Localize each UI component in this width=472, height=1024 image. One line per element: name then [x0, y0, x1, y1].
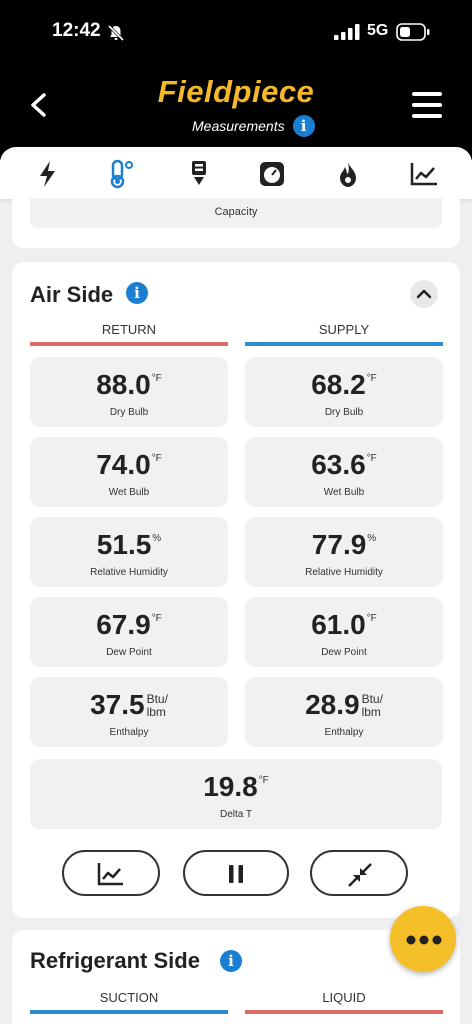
page-subtitle: Measurements — [192, 118, 285, 134]
app-header: 12:42 5G Fieldpiece Measurements i — [0, 0, 472, 160]
network-label: 5G — [367, 22, 389, 39]
info-icon[interactable]: i — [126, 282, 148, 304]
chart-icon — [97, 863, 123, 886]
capacity-card: Capacity — [12, 190, 460, 248]
measurement-label: Relative Humidity — [90, 567, 168, 578]
pause-button[interactable] — [183, 850, 289, 896]
measurement-value: 19.8 — [203, 771, 258, 802]
measurement-unit: °F — [366, 613, 377, 624]
measurement-unit: °F — [258, 775, 269, 786]
air-side-title: Air Side — [30, 282, 114, 307]
hamburger-menu-icon[interactable] — [412, 92, 444, 120]
measurement-value: 61.0 — [311, 609, 366, 640]
probe-icon[interactable] — [184, 159, 214, 189]
supply-column-heading: SUPPLY — [318, 322, 370, 337]
measurement-unit: Btu/lbm — [147, 693, 168, 719]
measurement-label: Enthalpy — [109, 727, 149, 738]
return-dew-point-box[interactable]: 67.9°F Dew Point — [30, 597, 228, 667]
measurement-unit: °F — [151, 373, 162, 384]
measurement-label: Wet Bulb — [108, 487, 150, 498]
supply-dew-point-box[interactable]: 61.0°F Dew Point — [245, 597, 443, 667]
measurement-value: 88.0 — [96, 369, 151, 400]
measurement-label: Dew Point — [321, 647, 367, 658]
signal-icon — [334, 24, 360, 40]
measurement-value: 68.2 — [311, 369, 366, 400]
chart-icon[interactable] — [409, 159, 439, 189]
measurement-label: Dry Bulb — [109, 407, 149, 418]
return-relative-humidity-box[interactable]: 51.5% Relative Humidity — [30, 517, 228, 587]
pause-icon — [229, 865, 243, 883]
measurement-unit: °F — [366, 453, 377, 464]
supply-column-bar — [245, 342, 443, 346]
bell-muted-icon — [107, 24, 125, 42]
measurement-label: Delta T — [219, 809, 253, 820]
measurement-unit: °F — [151, 613, 162, 624]
measurement-label: Enthalpy — [324, 727, 364, 738]
measurement-value: 63.6 — [311, 449, 366, 480]
collapse-arrows-icon — [348, 863, 372, 887]
info-icon[interactable]: i — [220, 950, 242, 972]
gauge-icon[interactable] — [257, 159, 287, 189]
supply-relative-humidity-box[interactable]: 77.9% Relative Humidity — [245, 517, 443, 587]
supply-enthalpy-box[interactable]: 28.9 Btu/lbm Enthalpy — [245, 677, 443, 747]
measurement-value: 51.5 — [96, 529, 152, 560]
chevron-up-icon[interactable] — [410, 280, 438, 308]
measurement-unit: % — [152, 533, 162, 544]
measurement-value: 67.9 — [96, 609, 151, 640]
unit-line: lbm — [146, 705, 166, 719]
info-icon[interactable]: i — [292, 115, 315, 137]
collapse-view-button[interactable] — [310, 850, 408, 896]
unit-line: Btu/ — [361, 692, 383, 706]
measurement-unit: % — [367, 533, 377, 544]
capacity-label: Capacity — [30, 198, 442, 228]
measurement-label: Wet Bulb — [323, 487, 365, 498]
more-options-button[interactable] — [390, 906, 456, 972]
lightning-icon[interactable] — [33, 159, 63, 189]
return-enthalpy-box[interactable]: 37.5 Btu/lbm Enthalpy — [30, 677, 228, 747]
measurement-value: 74.0 — [96, 449, 151, 480]
fieldpiece-logo: Fieldpiece — [157, 74, 315, 109]
suction-column-bar — [30, 1010, 228, 1014]
measurement-unit: °F — [366, 373, 377, 384]
unit-line: Btu/ — [146, 692, 168, 706]
measurement-value: 37.5 — [90, 689, 145, 720]
measurement-label: Relative Humidity — [305, 567, 383, 578]
measurement-value: 28.9 — [305, 689, 360, 720]
return-column-heading: RETURN — [101, 322, 157, 337]
more-dots-icon — [406, 935, 442, 945]
chart-button[interactable] — [62, 850, 160, 896]
unit-line: lbm — [361, 705, 381, 719]
return-column-bar — [30, 342, 228, 346]
page-subtitle-row: Measurements i — [192, 114, 315, 138]
thermometer-icon[interactable] — [106, 159, 136, 189]
flame-icon[interactable] — [333, 159, 363, 189]
liquid-column-bar — [245, 1010, 443, 1014]
return-wet-bulb-box[interactable]: 74.0°F Wet Bulb — [30, 437, 228, 507]
status-time: 12:42 — [52, 20, 101, 41]
status-bar: 12:42 5G — [0, 0, 472, 62]
suction-column-heading: SUCTION — [99, 990, 159, 1005]
liquid-column-heading: LIQUID — [322, 990, 366, 1005]
measurement-unit: °F — [151, 453, 162, 464]
return-dry-bulb-box[interactable]: 88.0°F Dry Bulb — [30, 357, 228, 427]
measurement-label: Dry Bulb — [324, 407, 364, 418]
measurement-label: Dew Point — [106, 647, 152, 658]
measurement-unit: Btu/lbm — [362, 693, 383, 719]
delta-t-box[interactable]: 19.8°F Delta T — [30, 759, 442, 829]
air-side-card: Air Side i RETURN SUPPLY 88.0°F Dry Bulb… — [12, 262, 460, 918]
supply-dry-bulb-box[interactable]: 68.2°F Dry Bulb — [245, 357, 443, 427]
refrigerant-side-title: Refrigerant Side — [30, 948, 200, 973]
battery-icon — [396, 23, 430, 41]
supply-wet-bulb-box[interactable]: 63.6°F Wet Bulb — [245, 437, 443, 507]
measurement-value: 77.9 — [311, 529, 367, 560]
